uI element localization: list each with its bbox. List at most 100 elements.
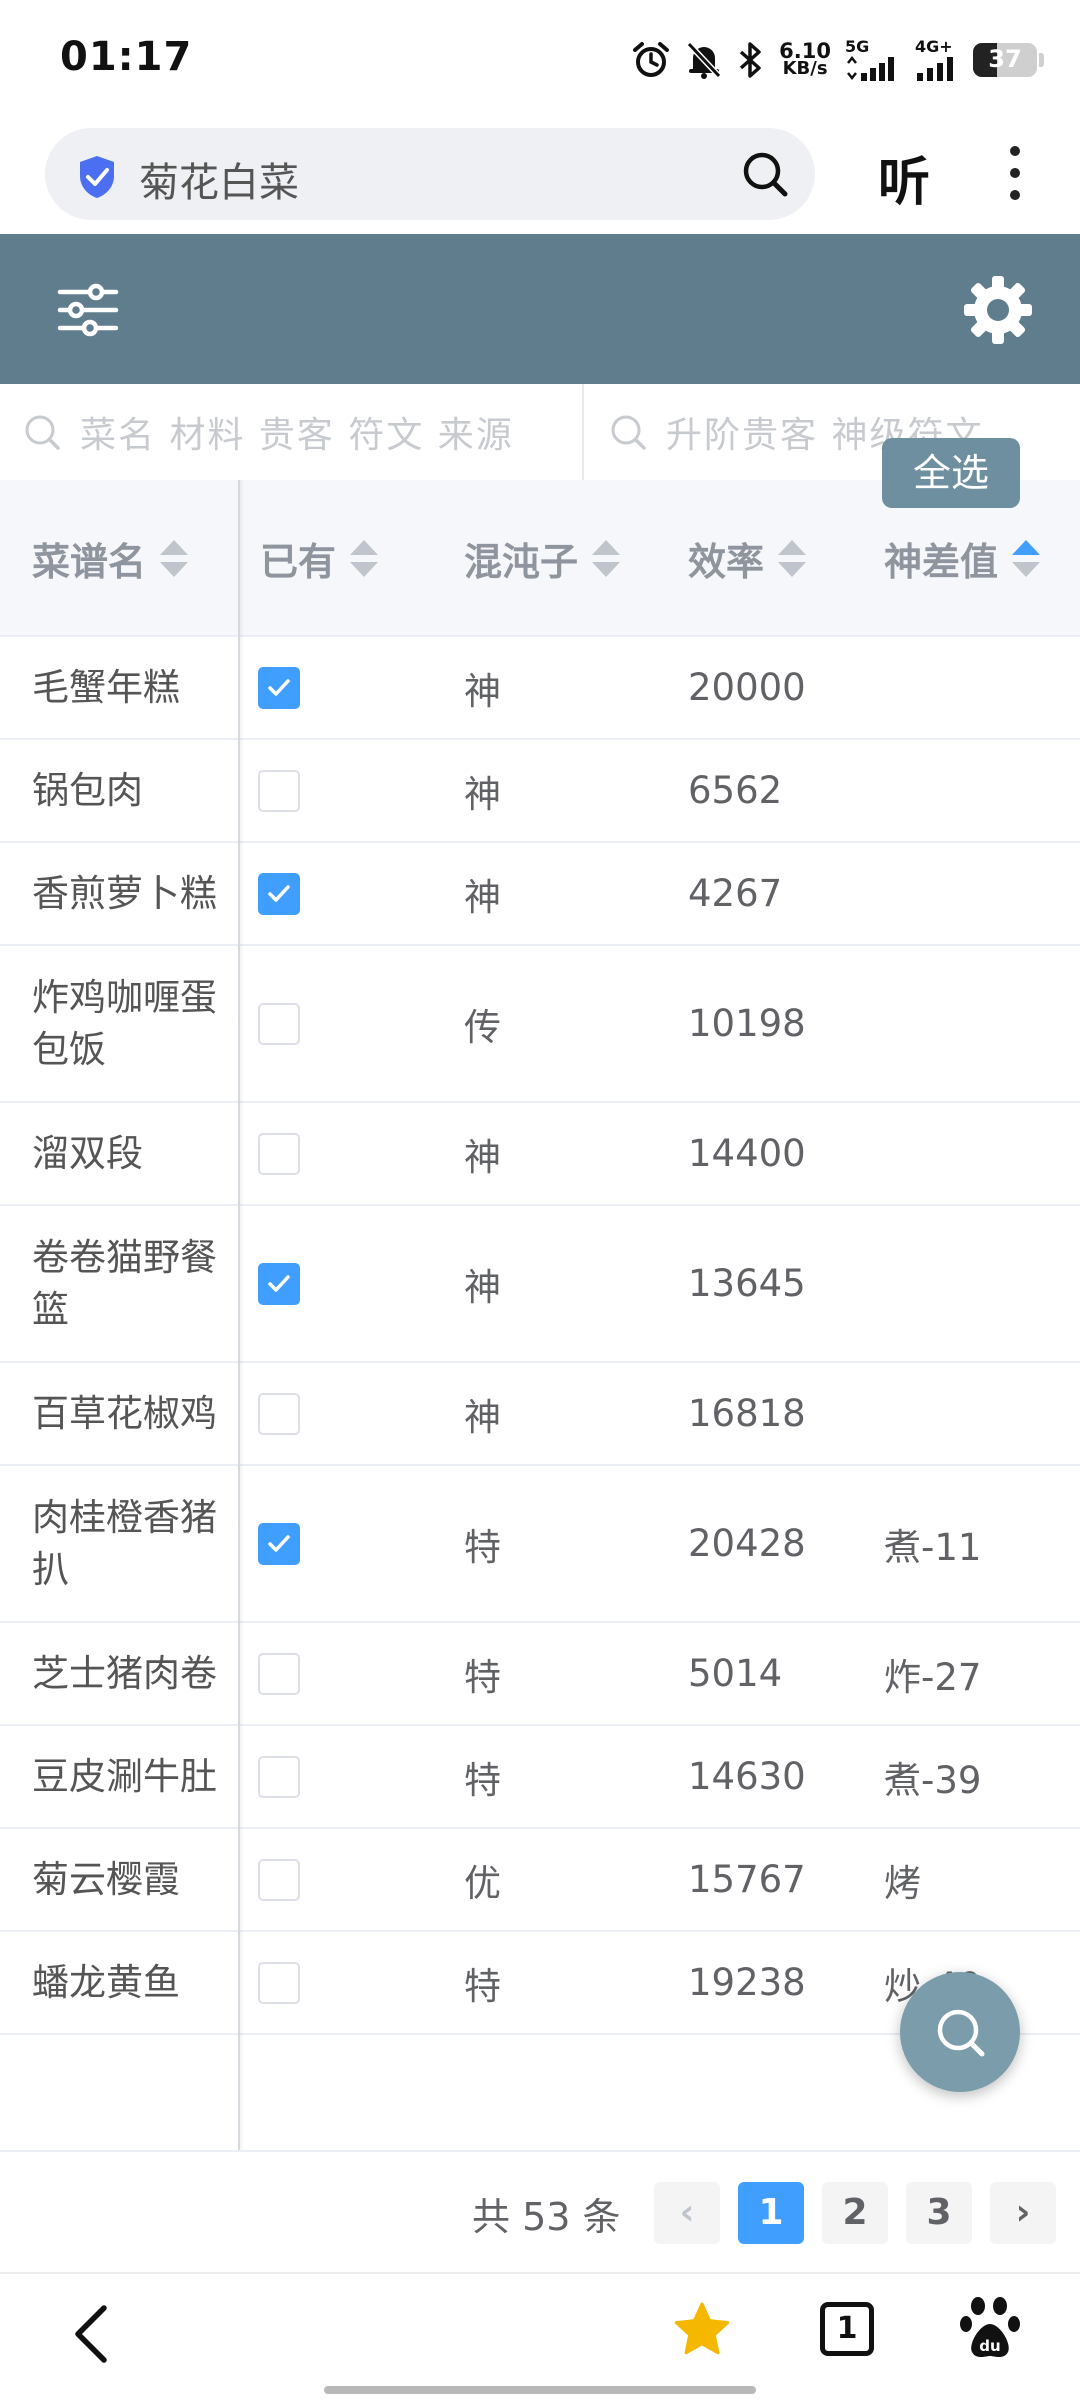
net-speed: 6.10 KB/s (779, 41, 831, 78)
god-diff-cell: 煮-39 (884, 1758, 982, 1802)
chaos-cell: 神 (464, 875, 501, 919)
chaos-cell: 特 (464, 1758, 501, 1802)
owned-checkbox[interactable] (258, 1755, 300, 1798)
chaos-cell: 传 (464, 1005, 501, 1049)
select-all-button[interactable]: 全选 (882, 438, 1020, 508)
god-diff-cell: 煮-11 (884, 1525, 982, 1569)
efficiency-cell: 14400 (688, 1132, 806, 1175)
bluetooth-icon (740, 42, 761, 78)
column-header-chaos[interactable]: 混沌子 (464, 480, 621, 637)
chaos-cell: 优 (464, 1861, 501, 1905)
signal-4g-icon (917, 57, 953, 81)
next-page-button[interactable]: › (990, 2182, 1056, 2244)
page-button-3[interactable]: 3 (906, 2182, 972, 2244)
sort-caret-icon[interactable] (1012, 538, 1041, 580)
star-icon[interactable] (672, 2300, 732, 2360)
page-button-1[interactable]: 1 (738, 2182, 804, 2244)
search-icon[interactable] (741, 150, 789, 198)
search-icon (25, 415, 60, 450)
table-row[interactable]: 百草花椒鸡 神 16818 (0, 1363, 1080, 1466)
more-menu-icon[interactable] (1000, 146, 1030, 206)
efficiency-cell: 20428 (688, 1522, 806, 1565)
search-icon (611, 415, 646, 450)
owned-checkbox[interactable] (258, 1652, 300, 1695)
chaos-cell: 神 (464, 1265, 501, 1309)
efficiency-cell: 5014 (688, 1652, 783, 1695)
efficiency-cell: 16818 (688, 1392, 806, 1435)
owned-cell (258, 1932, 300, 2033)
filter-sliders-icon[interactable] (52, 274, 124, 346)
sort-caret-icon[interactable] (160, 538, 189, 580)
signal-4g: 4G+ (915, 39, 959, 81)
table-row[interactable]: 肉桂橙香猪扒 特 20428 煮-11 (0, 1466, 1080, 1623)
pagination: 共 53 条 ‹ 1 2 3 › (0, 2150, 1080, 2272)
column-header-name[interactable]: 菜谱名 (32, 480, 189, 637)
efficiency-cell: 20000 (688, 666, 806, 709)
page-button-2[interactable]: 2 (822, 2182, 888, 2244)
table-row[interactable]: 卷卷猫野餐篮 神 13645 (0, 1206, 1080, 1363)
signal-5g: 5G (845, 39, 901, 81)
check-icon (268, 884, 290, 902)
chaos-cell: 神 (464, 669, 501, 713)
sort-caret-icon[interactable] (778, 538, 807, 580)
owned-checkbox[interactable] (258, 769, 300, 812)
listen-button[interactable]: 听 (878, 140, 930, 215)
table-row[interactable]: 豆皮涮牛肚 特 14630 煮-39 (0, 1726, 1080, 1829)
table-row[interactable]: 锅包肉 神 6562 (0, 740, 1080, 843)
check-icon (268, 1274, 290, 1292)
owned-checkbox[interactable] (258, 1002, 300, 1045)
tabs-count-button[interactable]: 1 (820, 2302, 874, 2356)
browser-bar: 菊花白菜 听 (0, 118, 1080, 234)
gear-icon[interactable] (958, 270, 1038, 350)
owned-checkbox[interactable] (258, 666, 300, 709)
app-header (0, 234, 1080, 384)
column-header-owned[interactable]: 已有 (260, 480, 379, 637)
owned-checkbox[interactable] (258, 1522, 300, 1565)
prev-page-button[interactable]: ‹ (654, 2182, 720, 2244)
column-header-efficiency[interactable]: 效率 (688, 480, 807, 637)
table-row[interactable]: 菊云樱霞 优 15767 烤 (0, 1829, 1080, 1932)
efficiency-cell: 6562 (688, 769, 783, 812)
svg-text:du: du (979, 2337, 1000, 2355)
browser-search-bar[interactable]: 菊花白菜 (45, 128, 815, 220)
search-divider (582, 384, 584, 480)
owned-checkbox[interactable] (258, 1262, 300, 1305)
browser-search-text[interactable]: 菊花白菜 (139, 150, 299, 208)
search-icon (937, 2009, 985, 2057)
battery-icon: 37 (973, 43, 1037, 77)
owned-checkbox[interactable] (258, 872, 300, 915)
owned-checkbox[interactable] (258, 1961, 300, 2004)
baidu-paw-icon[interactable]: du (960, 2296, 1020, 2362)
status-time: 01:17 (60, 34, 193, 80)
owned-checkbox[interactable] (258, 1132, 300, 1175)
owned-cell (258, 1363, 300, 1464)
efficiency-cell: 13645 (688, 1262, 806, 1305)
recipe-name-cell: 溜双段 (32, 1131, 143, 1175)
alarm-icon (633, 42, 670, 77)
recipe-name-cell: 芝士猪肉卷 (32, 1651, 217, 1695)
sort-caret-icon[interactable] (592, 538, 621, 580)
chaos-cell: 特 (464, 1655, 501, 1699)
recipe-name-cell: 豆皮涮牛肚 (32, 1754, 217, 1798)
total-count: 共 53 条 (472, 2195, 621, 2239)
sort-caret-icon[interactable] (350, 538, 379, 580)
column-label: 已有 (260, 540, 337, 584)
god-diff-cell: 烤 (884, 1861, 921, 1905)
recipe-search-input[interactable]: 菜名 材料 贵客 符文 来源 (22, 384, 582, 480)
owned-cell (258, 1466, 300, 1621)
floating-search-button[interactable] (900, 1972, 1020, 2092)
table-row[interactable]: 芝士猪肉卷 特 5014 炸-27 (0, 1623, 1080, 1726)
check-icon (268, 678, 290, 696)
table-row[interactable]: 香煎萝卜糕 神 4267 (0, 843, 1080, 946)
back-arrow-icon[interactable] (66, 2302, 122, 2366)
table-row[interactable]: 毛蟹年糕 神 20000 (0, 637, 1080, 740)
table-row[interactable]: 炸鸡咖喱蛋包饭 传 10198 (0, 946, 1080, 1103)
owned-checkbox[interactable] (258, 1392, 300, 1435)
recipe-table: 菜谱名 已有 混沌子 效率 神差值 毛蟹年糕神 20000 锅包肉神 6562 香煎萝卜… (0, 480, 1080, 2150)
recipe-name-cell: 蟠龙黄鱼 (32, 1960, 180, 2004)
owned-cell (258, 1103, 300, 1204)
owned-cell (258, 1829, 300, 1930)
recipe-name-cell: 锅包肉 (32, 768, 143, 812)
owned-checkbox[interactable] (258, 1858, 300, 1901)
table-row[interactable]: 溜双段 神 14400 (0, 1103, 1080, 1206)
